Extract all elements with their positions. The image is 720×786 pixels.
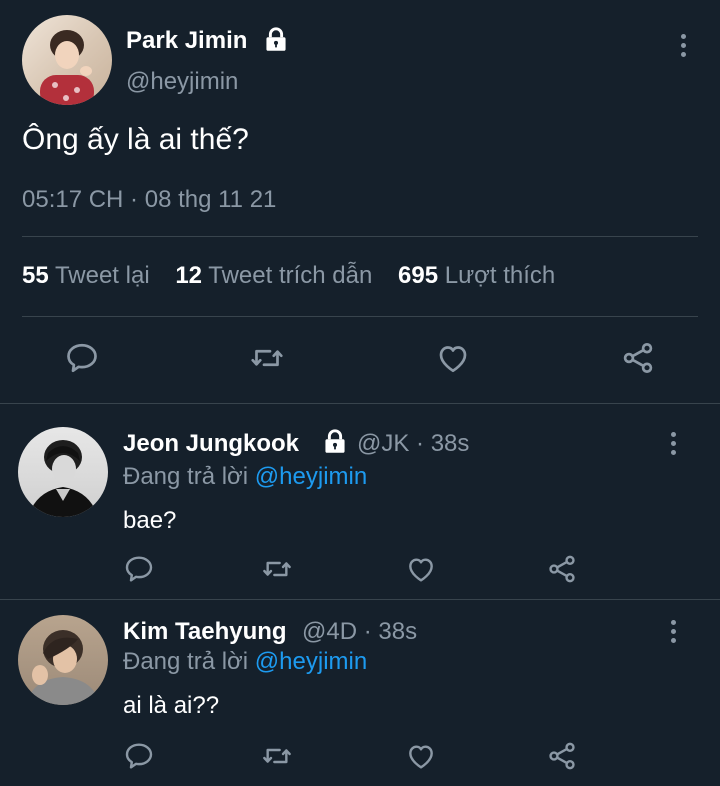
reply-icon — [123, 553, 155, 585]
mention-link[interactable]: @heyjimin — [255, 648, 367, 675]
retweet-label: Tweet lại — [54, 262, 150, 289]
retweet-button[interactable] — [261, 740, 293, 772]
like-button[interactable] — [405, 740, 437, 772]
reply-button[interactable] — [123, 553, 155, 585]
like-label: Lượt thích — [444, 262, 556, 289]
divider — [0, 599, 720, 600]
reply-icon — [64, 340, 100, 376]
replying-to: Đang trả lời @heyjimin — [123, 648, 367, 676]
reply-button[interactable] — [123, 740, 155, 772]
share-icon — [546, 740, 578, 772]
user-handle[interactable]: @heyjimin — [126, 68, 238, 96]
more-options-icon[interactable] — [663, 428, 683, 458]
retweet-icon — [249, 340, 285, 376]
share-button[interactable] — [620, 340, 656, 376]
avatar[interactable] — [22, 15, 112, 105]
quote-tweet-count: 12 — [175, 262, 203, 289]
reply-text: bae? — [123, 507, 177, 534]
reply-button[interactable] — [64, 340, 100, 376]
retweet-button[interactable] — [249, 340, 285, 376]
quote-tweet-stat[interactable]: 12 Tweet trích dẫn — [175, 262, 379, 289]
divider — [0, 403, 720, 404]
like-button[interactable] — [405, 553, 437, 585]
replying-to-label: Đang trả lời — [123, 648, 249, 675]
more-options-icon[interactable] — [673, 30, 693, 60]
like-icon — [405, 553, 437, 585]
display-name[interactable]: Park Jimin — [126, 27, 247, 55]
like-stat[interactable]: 695 Lượt thích — [398, 262, 555, 289]
tweet-timestamp[interactable]: 05:17 CH · 08 thg 11 21 — [22, 186, 276, 214]
retweet-icon — [261, 740, 293, 772]
avatar[interactable] — [18, 427, 108, 517]
replying-to: Đang trả lời @heyjimin — [123, 463, 367, 491]
divider — [22, 316, 698, 317]
retweet-count: 55 — [22, 262, 49, 289]
divider — [22, 236, 698, 237]
quote-tweet-label: Tweet trích dẫn — [208, 262, 373, 289]
like-count: 695 — [398, 262, 439, 289]
avatar[interactable] — [18, 615, 108, 705]
reply-icon — [123, 740, 155, 772]
reply-text: ai là ai?? — [123, 692, 220, 719]
retweet-icon — [261, 553, 293, 585]
share-button[interactable] — [546, 740, 578, 772]
lock-icon — [321, 428, 349, 455]
share-icon — [546, 553, 578, 585]
lock-icon — [262, 26, 290, 53]
retweet-button[interactable] — [261, 553, 293, 585]
more-options-icon[interactable] — [663, 616, 683, 646]
reply-handle-time[interactable]: @JK · 38s — [357, 430, 469, 458]
like-icon — [405, 740, 437, 772]
mention-link[interactable]: @heyjimin — [255, 463, 367, 490]
reply-display-name[interactable]: Kim Taehyung — [123, 618, 287, 646]
replying-to-label: Đang trả lời — [123, 463, 249, 490]
like-icon — [435, 340, 471, 376]
share-button[interactable] — [546, 553, 578, 585]
like-button[interactable] — [435, 340, 471, 376]
reply-handle-time[interactable]: @4D · 38s — [302, 618, 417, 646]
tweet-stats: 55 Tweet lại 12 Tweet trích dẫn 695 Lượt… — [22, 262, 555, 290]
retweet-stat[interactable]: 55 Tweet lại — [22, 262, 156, 289]
share-icon — [620, 340, 656, 376]
reply-display-name[interactable]: Jeon Jungkook — [123, 430, 299, 458]
tweet-text: Ông ấy là ai thế? — [22, 123, 249, 156]
